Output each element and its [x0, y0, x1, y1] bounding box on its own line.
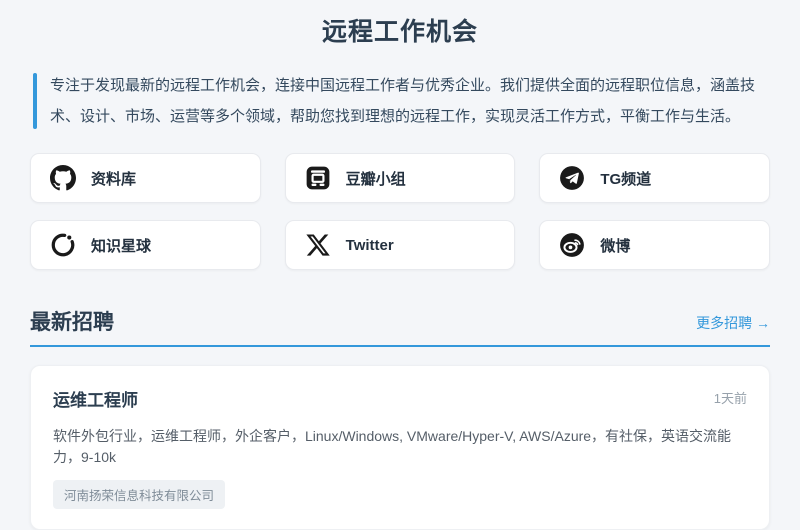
github-icon — [50, 165, 76, 191]
link-card-label: 豆瓣小组 — [345, 170, 406, 188]
link-card-label: 资料库 — [91, 170, 137, 188]
jobs-section-title: 最新招聘 — [30, 311, 114, 335]
link-card-telegram-channel[interactable]: TG频道 — [539, 153, 770, 204]
job-description: 软件外包行业，运维工程师，外企客户，Linux/Windows, VMware/… — [53, 428, 732, 466]
link-card-label: 微博 — [600, 237, 631, 255]
job-title[interactable]: 运维工程师 — [53, 386, 138, 411]
job-list: 运维工程师 1天前 软件外包行业，运维工程师，外企客户，Linux/Window… — [30, 365, 770, 530]
link-card-label: 知识星球 — [91, 237, 152, 255]
link-card-label: Twitter — [345, 236, 394, 254]
job-card[interactable]: 运维工程师 1天前 软件外包行业，运维工程师，外企客户，Linux/Window… — [30, 365, 770, 530]
link-card-weibo[interactable]: 微博 — [539, 220, 770, 271]
link-card-repository[interactable]: 资料库 — [30, 153, 261, 204]
link-card-douban-group[interactable]: 豆瓣小组 — [284, 153, 516, 204]
job-card-header: 运维工程师 1天前 — [53, 386, 747, 411]
more-jobs-link[interactable]: 更多招聘 → — [696, 313, 770, 336]
weibo-icon — [559, 232, 585, 258]
link-card-label: TG频道 — [600, 170, 652, 188]
twitter-x-icon — [305, 232, 331, 258]
intro-blockquote: 专注于发现最新的远程工作机会，连接中国远程工作者与优秀企业。我们提供全面的远程职… — [33, 70, 770, 132]
link-card-zhishixingqiu[interactable]: 知识星球 — [30, 220, 261, 271]
page-title: 远程工作机会 — [321, 18, 478, 46]
telegram-icon — [559, 165, 585, 191]
page-container: 远程工作机会 专注于发现最新的远程工作机会，连接中国远程工作者与优秀企业。我们提… — [30, 0, 770, 530]
link-card-twitter[interactable]: Twitter — [284, 220, 516, 271]
job-company-tag: 河南扬荣信息科技有限公司 — [53, 480, 226, 510]
jobs-section-header: 最新招聘 更多招聘 → — [30, 306, 770, 348]
links-grid: 资料库 豆瓣小组 TG频道 知识星球 Twitter 微博 — [30, 153, 770, 271]
douban-icon — [305, 165, 331, 191]
job-posted-time: 1天前 — [713, 391, 747, 407]
zhishixingqiu-icon — [50, 232, 76, 258]
